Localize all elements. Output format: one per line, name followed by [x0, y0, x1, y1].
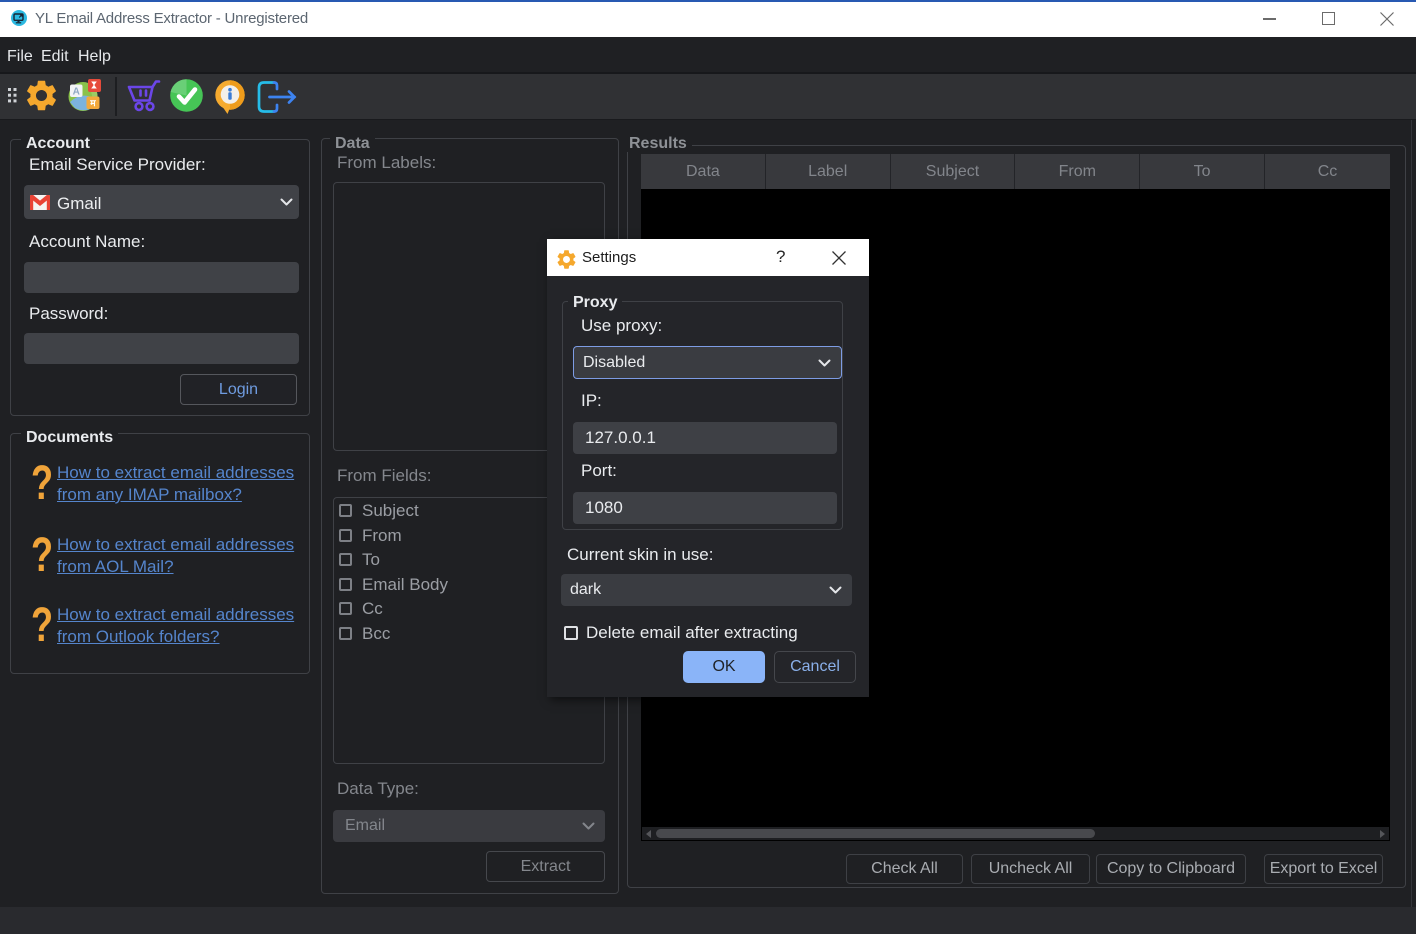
svg-text:म: म [89, 98, 96, 108]
svg-text:A: A [73, 86, 80, 97]
